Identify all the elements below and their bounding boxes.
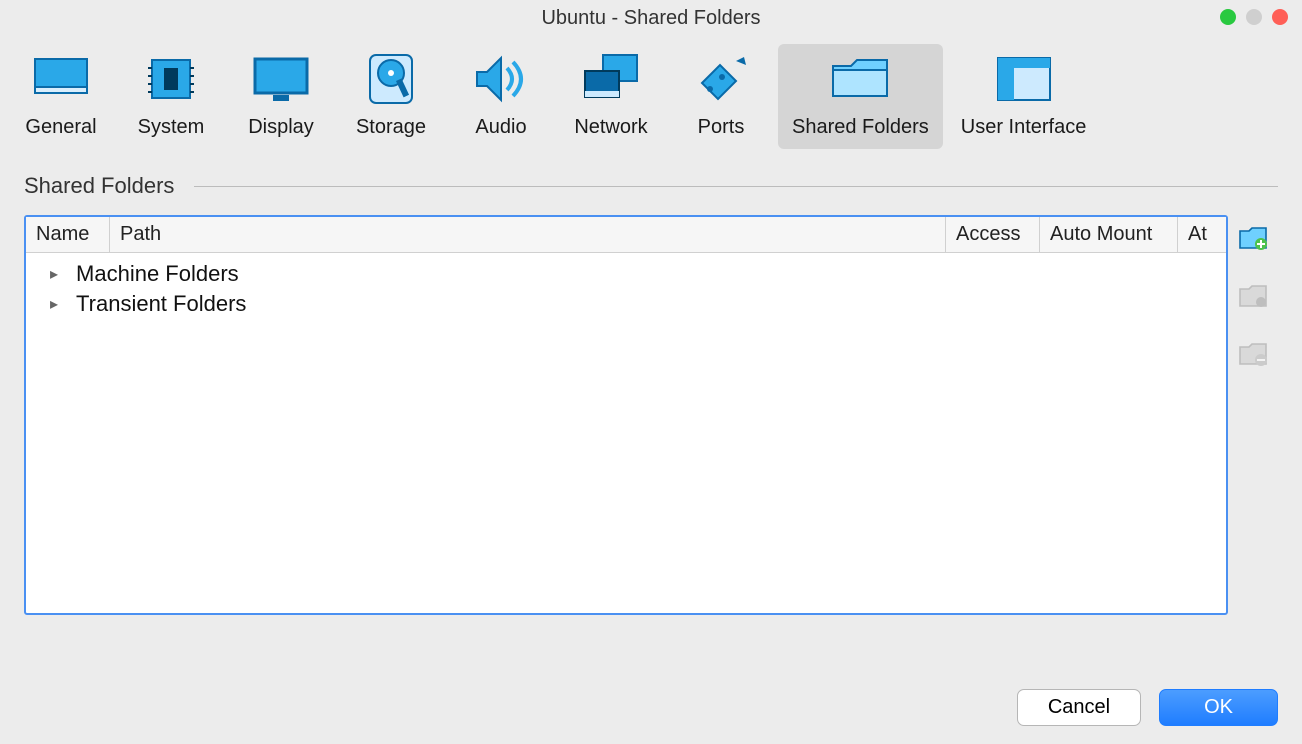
tab-label: Ports [698,116,745,139]
divider [194,186,1278,187]
col-access[interactable]: Access [946,217,1040,252]
tab-storage[interactable]: Storage [338,44,444,149]
window-controls [1220,9,1288,25]
tab-label: Network [574,116,647,139]
monitor-icon [22,50,100,108]
tab-label: Audio [475,116,526,139]
disk-icon [352,50,430,108]
tab-ports[interactable]: Ports [668,44,774,149]
col-path[interactable]: Path [110,217,946,252]
tab-network[interactable]: Network [558,44,664,149]
tab-display[interactable]: Display [228,44,334,149]
section-title: Shared Folders [24,173,174,199]
dialog-footer: Cancel OK [1017,689,1278,726]
col-at[interactable]: At [1178,217,1226,252]
shared-folders-panel: Name Path Access Auto Mount At Machine F… [0,205,1302,615]
folder-minus-icon [1238,341,1268,367]
shared-folders-table[interactable]: Name Path Access Auto Mount At Machine F… [24,215,1228,615]
table-header: Name Path Access Auto Mount At [26,217,1226,253]
tab-user-interface[interactable]: User Interface [947,44,1101,149]
tab-label: Display [248,116,314,139]
traffic-light-gray-icon [1246,9,1262,25]
traffic-light-red-icon[interactable] [1272,9,1288,25]
window-title: Ubuntu - Shared Folders [541,7,760,30]
folder-gear-icon [1238,283,1268,309]
tab-system[interactable]: System [118,44,224,149]
settings-toolbar: General System Display Storage Audio Net… [0,36,1302,153]
tab-shared-folders[interactable]: Shared Folders [778,44,943,149]
tab-label: General [25,116,96,139]
folder-plus-icon [1238,225,1268,251]
tab-label: Shared Folders [792,116,929,139]
titlebar: Ubuntu - Shared Folders [0,0,1302,36]
network-icon [572,50,650,108]
folder-group-machine[interactable]: Machine Folders [26,259,1226,289]
folder-action-buttons [1228,215,1278,615]
window-layout-icon [985,50,1063,108]
speaker-icon [462,50,540,108]
col-automount[interactable]: Auto Mount [1040,217,1178,252]
tab-label: System [138,116,205,139]
add-folder-button[interactable] [1236,221,1270,255]
tab-label: User Interface [961,116,1087,139]
tab-audio[interactable]: Audio [448,44,554,149]
cancel-button[interactable]: Cancel [1017,689,1141,726]
display-icon [242,50,320,108]
ok-button[interactable]: OK [1159,689,1278,726]
traffic-light-green-icon[interactable] [1220,9,1236,25]
folder-group-transient[interactable]: Transient Folders [26,289,1226,319]
col-name[interactable]: Name [26,217,110,252]
table-body: Machine Folders Transient Folders [26,253,1226,613]
folder-icon [821,50,899,108]
edit-folder-button [1236,279,1270,313]
ports-icon [682,50,760,108]
remove-folder-button [1236,337,1270,371]
tab-general[interactable]: General [8,44,114,149]
tab-label: Storage [356,116,426,139]
chip-icon [132,50,210,108]
section-header: Shared Folders [0,153,1302,205]
